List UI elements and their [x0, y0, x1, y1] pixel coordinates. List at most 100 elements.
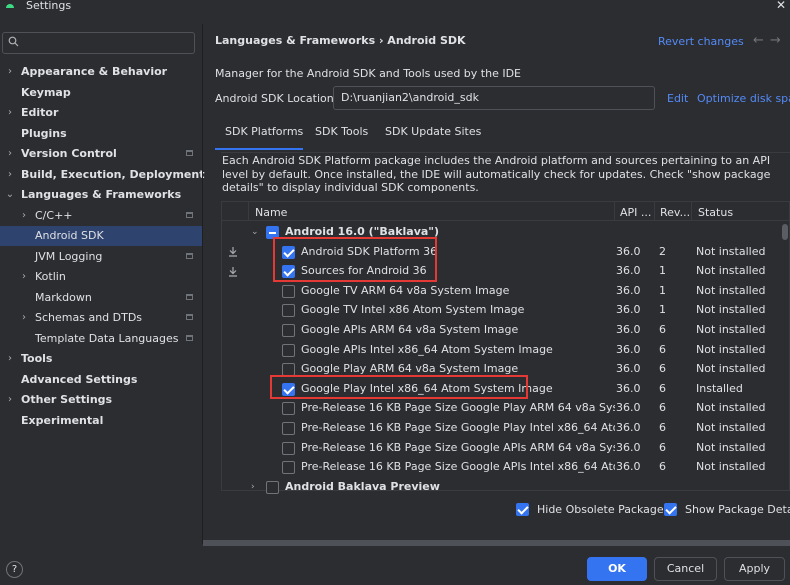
package-checkbox[interactable] — [282, 461, 295, 475]
package-name: Google APIs Intel x86_64 Atom System Ima… — [301, 342, 553, 356]
package-checkbox[interactable] — [282, 284, 295, 298]
package-api-level: 36.0 — [616, 283, 641, 297]
table-row[interactable]: Google TV Intel x86 Atom System Image 36.… — [222, 300, 789, 320]
sidebar-item-android-sdk[interactable]: Android SDK — [0, 226, 202, 246]
sidebar-item-experimental[interactable]: Experimental — [0, 411, 202, 431]
column-header-status[interactable]: Status — [698, 206, 733, 219]
table-row[interactable]: Google APIs Intel x86_64 Atom System Ima… — [222, 340, 789, 360]
show-details-checkbox[interactable] — [664, 503, 677, 516]
sidebar-item-label: Experimental — [21, 413, 104, 427]
back-arrow-icon[interactable]: ← — [753, 33, 770, 48]
package-status: Not installed — [696, 362, 766, 376]
package-revision: 6 — [659, 421, 666, 434]
sidebar-item-advanced-settings[interactable]: Advanced Settings — [0, 370, 202, 390]
tab-sdk-update-sites[interactable]: SDK Update Sites — [385, 125, 481, 138]
package-api-level: 36.0 — [616, 342, 641, 356]
table-row[interactable]: Pre-Release 16 KB Page Size Google Play … — [222, 398, 789, 418]
android-studio-icon — [6, 4, 14, 8]
sidebar-item-other-settings[interactable]: › Other Settings — [0, 390, 202, 410]
chevron-right-icon[interactable]: › — [5, 62, 15, 82]
optimize-disk-space-link[interactable]: Optimize disk space — [697, 92, 790, 105]
package-checkbox[interactable] — [282, 422, 295, 435]
sidebar-item-c-c[interactable]: › C/C++ — [0, 206, 202, 226]
package-api-level: 36.0 — [616, 264, 641, 278]
package-status: Not installed — [696, 421, 766, 434]
help-icon[interactable]: ? — [6, 561, 23, 578]
sidebar-item-jvm-logging[interactable]: JVM Logging — [0, 247, 202, 267]
table-row[interactable]: Google TV ARM 64 v8a System Image 36.0 1 No… — [222, 281, 789, 301]
column-separator — [614, 202, 615, 221]
package-status: Not installed — [696, 264, 766, 278]
sidebar-item-label: JVM Logging — [35, 249, 103, 263]
forward-arrow-icon[interactable]: → — [770, 33, 787, 48]
table-header: Name API ... Rev... Status — [222, 202, 789, 221]
chevron-down-icon[interactable]: ⌄ — [251, 222, 259, 242]
sidebar-item-tools[interactable]: › Tools — [0, 349, 202, 369]
sidebar-item-label: Android SDK — [35, 229, 104, 242]
package-checkbox[interactable] — [282, 441, 295, 455]
package-checkbox[interactable] — [282, 402, 295, 416]
sidebar-item-label: Editor — [21, 106, 59, 119]
column-header-api[interactable]: API ... — [620, 206, 651, 219]
table-row[interactable]: Pre-Release 16 KB Page Size Google Play … — [222, 418, 789, 438]
sidebar-item-label: Plugins — [21, 126, 67, 140]
chevron-right-icon[interactable]: › — [5, 144, 15, 164]
title-bar: Settings ✕ — [0, 0, 790, 14]
chevron-right-icon[interactable]: › — [19, 267, 29, 287]
chevron-right-icon[interactable]: › — [19, 308, 29, 328]
package-checkbox[interactable] — [266, 480, 279, 494]
package-checkbox[interactable] — [282, 343, 295, 357]
apply-button[interactable]: Apply — [724, 557, 785, 581]
sidebar-item-version-control[interactable]: › Version Control — [0, 144, 202, 164]
sdk-location-field[interactable]: D:\ruanjian2\android_sdk — [333, 86, 655, 110]
chevron-right-icon[interactable]: › — [5, 349, 15, 369]
sidebar-item-schemas-and-dtds[interactable]: › Schemas and DTDs — [0, 308, 202, 328]
sidebar-item-markdown[interactable]: Markdown — [0, 288, 202, 308]
search-input[interactable] — [2, 32, 195, 54]
project-scope-icon — [186, 334, 193, 341]
edit-link[interactable]: Edit — [667, 92, 688, 105]
column-separator — [248, 202, 249, 221]
column-header-name[interactable]: Name — [255, 206, 287, 219]
package-checkbox[interactable] — [282, 304, 295, 318]
history-nav: ←→ — [753, 33, 787, 48]
chevron-down-icon[interactable]: ⌄ — [5, 185, 15, 205]
chevron-right-icon[interactable]: › — [5, 165, 15, 185]
table-row[interactable]: Google APIs ARM 64 v8a System Image 36.0 6… — [222, 320, 789, 340]
sdk-location-label: Android SDK Location: — [215, 92, 338, 105]
revert-changes-link[interactable]: Revert changes — [658, 35, 744, 48]
package-revision: 6 — [659, 362, 666, 376]
chevron-right-icon[interactable]: › — [5, 390, 15, 410]
package-status: Not installed — [696, 244, 766, 258]
chevron-right-icon[interactable]: › — [19, 206, 29, 226]
package-status: Not installed — [696, 303, 766, 317]
close-icon[interactable]: ✕ — [776, 0, 786, 12]
package-revision: 2 — [659, 244, 666, 258]
package-name: Android Baklava Preview — [285, 479, 440, 493]
hide-obsolete-checkbox[interactable] — [516, 503, 529, 516]
chevron-right-icon[interactable]: › — [5, 103, 15, 123]
sidebar-item-build-execution-deployment[interactable]: › Build, Execution, Deployment — [0, 165, 204, 185]
sidebar-item-appearance-behavior[interactable]: › Appearance & Behavior — [0, 62, 202, 82]
table-row[interactable]: Pre-Release 16 KB Page Size Google APIs … — [222, 438, 789, 458]
sidebar-item-template-data-languages[interactable]: Template Data Languages — [0, 329, 202, 349]
sidebar-item-editor[interactable]: › Editor — [0, 103, 202, 123]
window-title: Settings — [26, 0, 72, 12]
ok-button[interactable]: OK — [587, 557, 647, 581]
package-name: Google TV ARM 64 v8a System Image — [301, 283, 510, 297]
table-scrollbar[interactable] — [780, 222, 789, 490]
sidebar-item-kotlin[interactable]: › Kotlin — [0, 267, 202, 287]
cancel-button[interactable]: Cancel — [654, 557, 717, 581]
sidebar-item-plugins[interactable]: Plugins — [0, 124, 202, 144]
tab-sdk-tools[interactable]: SDK Tools — [315, 125, 368, 138]
table-scrollbar-thumb[interactable] — [782, 224, 788, 240]
table-row[interactable]: Pre-Release 16 KB Page Size Google APIs … — [222, 457, 789, 477]
column-header-revision[interactable]: Rev... — [660, 206, 690, 219]
package-name: Pre-Release 16 KB Page Size Google APIs … — [301, 460, 615, 474]
chevron-right-icon[interactable]: › — [251, 477, 255, 497]
sidebar-item-keymap[interactable]: Keymap — [0, 83, 202, 103]
sidebar-item-languages-frameworks[interactable]: ⌄ Languages & Frameworks — [0, 185, 202, 205]
tab-sdk-platforms[interactable]: SDK Platforms — [225, 125, 303, 138]
table-group-row[interactable]: › Android Baklava Preview — [222, 477, 789, 497]
package-checkbox[interactable] — [282, 324, 295, 337]
